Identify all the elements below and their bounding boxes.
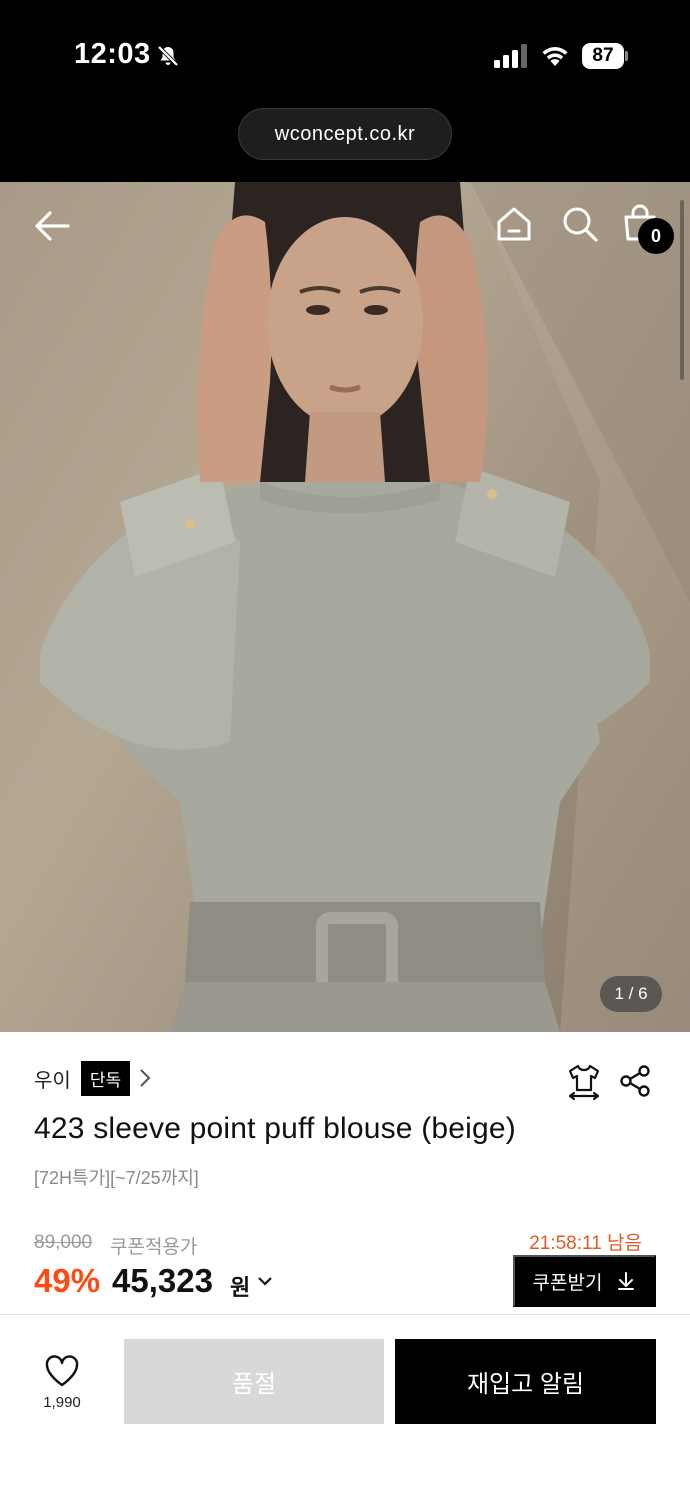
sold-out-button[interactable]: 품절 — [124, 1339, 384, 1424]
product-title: 423 sleeve point puff blouse (beige) — [34, 1112, 516, 1145]
exclusive-badge: 단독 — [80, 1060, 131, 1096]
size-fit-icon[interactable] — [566, 1062, 602, 1102]
product-image-carousel[interactable]: 0 1 / 6 — [0, 182, 690, 1032]
share-icon[interactable] — [618, 1064, 652, 1098]
signal-icon — [494, 44, 527, 68]
original-price: 89,000 — [34, 1232, 93, 1253]
image-counter: 1 / 6 — [600, 976, 662, 1012]
currency-label: 원 — [230, 1275, 251, 1300]
bell-muted-icon — [157, 45, 179, 67]
discount-rate: 49% — [34, 1262, 101, 1299]
divider — [0, 1314, 690, 1315]
battery-level: 87 — [582, 43, 624, 69]
brand-name[interactable]: 우이 — [34, 1064, 71, 1093]
coupon-price-label: 쿠폰적용가 — [110, 1237, 198, 1258]
scroll-indicator — [680, 200, 684, 380]
restock-alert-button[interactable]: 재입고 알림 — [395, 1339, 656, 1424]
like-button[interactable]: 1,990 — [30, 1354, 94, 1418]
product-photo — [0, 182, 690, 1032]
battery-icon: 87 — [582, 43, 628, 69]
get-coupon-button[interactable]: 쿠폰받기 — [513, 1255, 656, 1307]
back-arrow-icon[interactable] — [30, 204, 74, 248]
wifi-icon — [542, 47, 568, 66]
get-coupon-label: 쿠폰받기 — [532, 1272, 603, 1294]
search-icon[interactable] — [560, 204, 600, 244]
sale-price: 45,323 — [112, 1262, 213, 1299]
countdown-timer: 21:58:11 남음 — [529, 1233, 642, 1254]
status-bar: 12:03 87 wconcept.co.kr — [0, 0, 690, 182]
url-bar[interactable]: wconcept.co.kr — [238, 108, 452, 160]
home-icon[interactable] — [494, 204, 534, 244]
chevron-down-icon[interactable] — [256, 1274, 274, 1288]
cart-count-badge[interactable]: 0 — [638, 218, 674, 254]
brand-link[interactable]: 우이 단독 — [34, 1060, 154, 1096]
chevron-right-icon[interactable] — [136, 1067, 154, 1089]
like-count: 1,990 — [43, 1394, 81, 1411]
heart-icon[interactable] — [44, 1354, 80, 1388]
promo-tag: [72H특가][~7/25까지] — [34, 1168, 199, 1188]
download-icon — [618, 1272, 635, 1290]
status-time: 12:03 — [74, 38, 151, 70]
